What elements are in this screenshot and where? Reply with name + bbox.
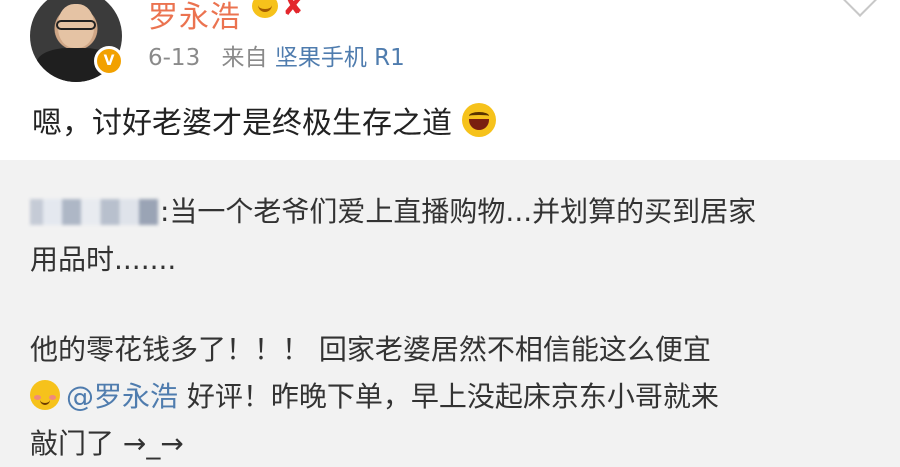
quote-line-1: :当一个老爷们爱上直播购物...并划算的买到居家 xyxy=(30,190,756,230)
post-header: V 罗永浩 ✘ 6-13 来自 坚果手机 R1 嗯，讨好老婆才是终极生存之道 xyxy=(0,0,900,160)
quote-line-3: 他的零花钱多了！！！ 回家老婆居然不相信能这么便宜 xyxy=(30,333,711,366)
mention-link[interactable]: @罗永浩 xyxy=(66,380,178,413)
laugh-emoji-icon xyxy=(462,103,496,137)
verified-badge-icon: V xyxy=(94,46,124,76)
red-x-badge-icon[interactable]: ✘ xyxy=(282,0,308,20)
post-meta: 6-13 来自 坚果手机 R1 xyxy=(148,38,405,72)
post-body: 嗯，讨好老婆才是终极生存之道 xyxy=(32,106,452,141)
quoted-repost[interactable]: :当一个老爷们爱上直播购物...并划算的买到居家 用品时....... 他的零花… xyxy=(0,160,900,467)
chevron-down-icon[interactable] xyxy=(843,0,877,17)
post-text: 嗯，讨好老婆才是终极生存之道 xyxy=(32,98,496,142)
quote-line-5: 敲门了 →_→ xyxy=(30,427,184,460)
member-crown-icon[interactable] xyxy=(252,0,278,18)
quote-line-2: 用品时....... xyxy=(30,243,177,276)
username-badges: ✘ xyxy=(252,0,308,20)
weibo-post: V 罗永浩 ✘ 6-13 来自 坚果手机 R1 嗯，讨好老婆才是终极生存之道 :… xyxy=(0,0,900,467)
blurred-username xyxy=(30,199,158,225)
avatar-glasses xyxy=(56,20,96,30)
source-device-link[interactable]: 坚果手机 R1 xyxy=(275,45,405,71)
blush-emoji-icon xyxy=(30,380,60,410)
username[interactable]: 罗永浩 xyxy=(148,0,241,36)
quote-line-4: @罗永浩 好评！昨晚下单，早上没起床京东小哥就来 xyxy=(30,375,719,415)
post-date: 6-13 xyxy=(148,45,201,71)
source-prefix: 来自 xyxy=(221,45,268,71)
quote-text-1: :当一个老爷们爱上直播购物...并划算的买到居家 xyxy=(160,195,757,228)
quote-text-4: 好评！昨晚下单，早上没起床京东小哥就来 xyxy=(178,380,719,413)
